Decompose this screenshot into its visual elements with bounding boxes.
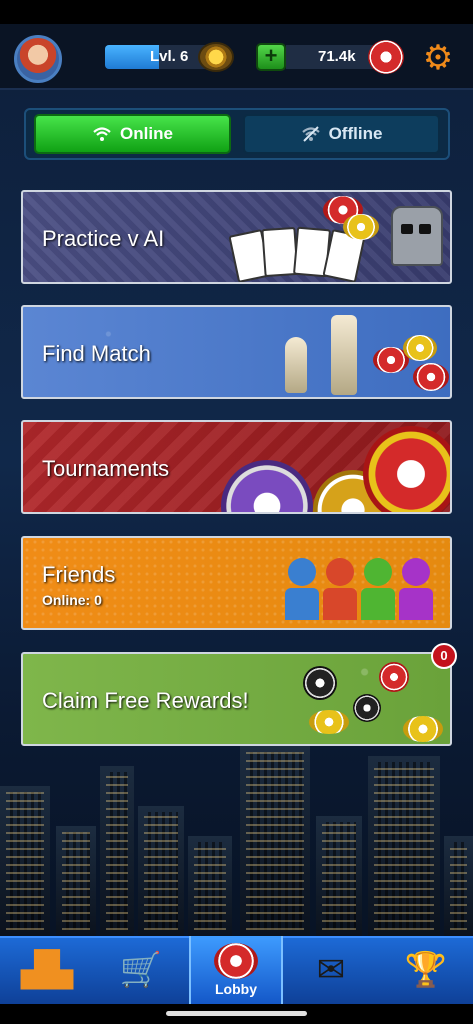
friend-figure-icon: [323, 558, 357, 620]
chip-icon: [403, 716, 443, 742]
claim-free-rewards-button[interactable]: Claim Free Rewards!: [21, 652, 452, 746]
tournament-chip-icon: [363, 426, 450, 512]
tab-offline-label: Offline: [328, 124, 383, 143]
wifi-icon: [93, 127, 111, 141]
practice-vs-ai-button[interactable]: Practice v AI: [21, 190, 452, 284]
shop-cart-icon: 🛒: [119, 951, 163, 989]
trophy-icon: 🏆: [404, 951, 448, 989]
chip-icon: [368, 40, 404, 74]
lobby-label: Lobby: [215, 981, 257, 997]
friend-figure-icon: [361, 558, 395, 620]
nav-trophies[interactable]: 🏆: [379, 936, 473, 1004]
chip-stack-icon: [403, 335, 437, 361]
nav-shop[interactable]: 🛒: [94, 936, 188, 1004]
tab-online[interactable]: Online: [34, 114, 231, 154]
chip-icon: [309, 710, 349, 734]
wifi-off-icon: [301, 126, 320, 142]
friend-figure-icon: [285, 558, 319, 620]
pawn-icon: [285, 337, 307, 393]
claim-rewards-label: Claim Free Rewards!: [42, 688, 249, 713]
chip-stack-icon: [343, 214, 379, 240]
player-avatar[interactable]: [14, 35, 62, 83]
tournaments-label: Tournaments: [42, 456, 170, 481]
friends-button[interactable]: Friends Online: 0: [21, 536, 452, 630]
chip-icon: [353, 694, 381, 722]
tournament-chip-icon: [221, 460, 313, 512]
home-indicator[interactable]: [166, 1011, 307, 1016]
find-match-label: Find Match: [42, 341, 151, 366]
chip-icon: [303, 666, 337, 700]
mail-envelope-icon: ✉: [316, 951, 346, 989]
lobby-chip-icon: [214, 943, 258, 979]
level-coin-icon: [198, 42, 234, 72]
nav-mail[interactable]: ✉: [284, 936, 378, 1004]
chip-stack-icon: [413, 363, 449, 391]
tab-online-label: Online: [120, 124, 173, 143]
king-icon: [331, 315, 357, 395]
practice-label: Practice v AI: [42, 226, 165, 251]
chip-icon: [379, 662, 409, 692]
find-match-button[interactable]: Find Match: [21, 305, 452, 399]
level-label: Lvl. 6: [150, 48, 189, 65]
robot-icon: [391, 206, 443, 266]
chip-balance: 71.4k: [318, 48, 356, 65]
tab-offline[interactable]: Offline: [243, 114, 440, 154]
friend-figure-icon: [399, 558, 433, 620]
nav-lobby[interactable]: Lobby: [189, 936, 283, 1004]
tournaments-button[interactable]: Tournaments: [21, 420, 452, 514]
status-bar: [0, 0, 473, 24]
rewards-count-badge: 0: [431, 643, 457, 669]
leaderboard-podium-icon: ▟▙: [20, 951, 74, 989]
add-chips-button[interactable]: +: [256, 43, 286, 71]
friends-label: Friends: [42, 562, 116, 587]
settings-gear-icon[interactable]: ⚙: [420, 41, 456, 75]
nav-leaderboard[interactable]: ▟▙: [0, 936, 94, 1004]
friends-online-count: Online: 0: [42, 592, 102, 608]
